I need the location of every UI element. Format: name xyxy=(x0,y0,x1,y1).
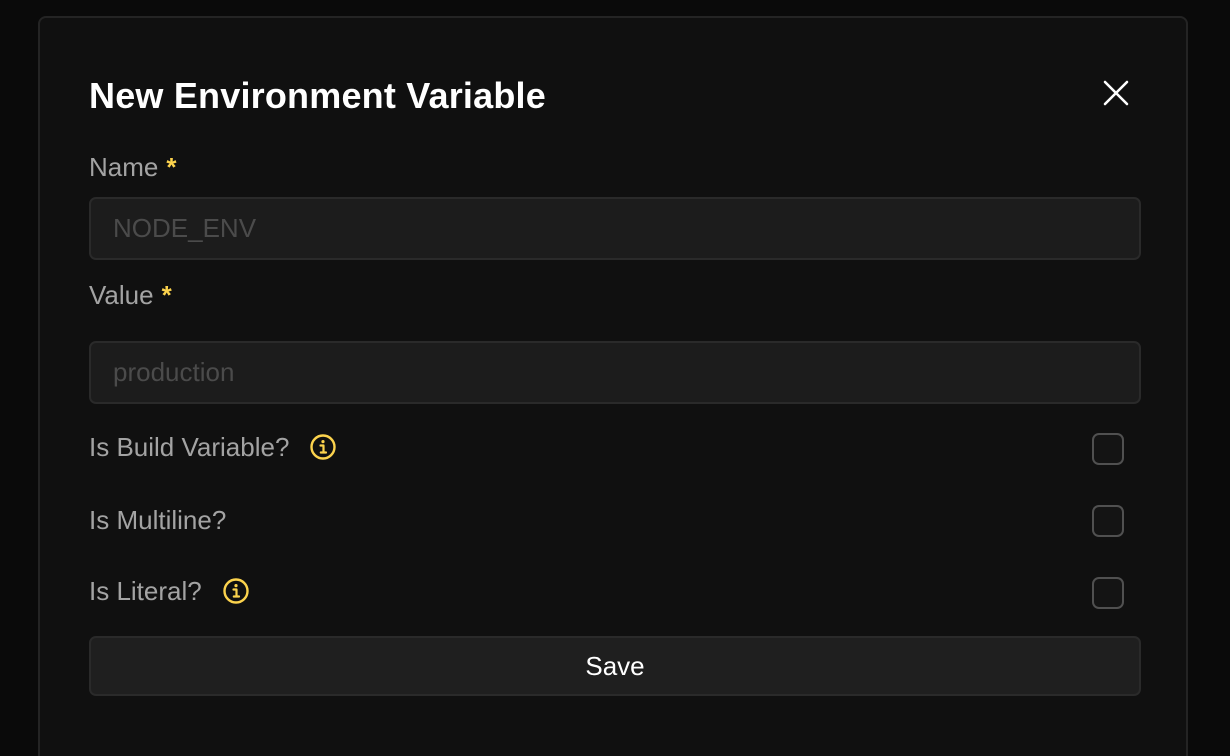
close-button[interactable] xyxy=(1094,72,1138,116)
name-label-text: Name xyxy=(89,152,159,182)
option-build-variable: Is Build Variable? xyxy=(89,431,337,463)
value-label-text: Value xyxy=(89,280,154,310)
required-asterisk: * xyxy=(166,152,177,182)
value-input[interactable] xyxy=(89,341,1141,404)
info-icon[interactable] xyxy=(222,577,250,605)
build-variable-checkbox[interactable] xyxy=(1092,433,1124,465)
option-multiline: Is Multiline? xyxy=(89,504,226,536)
name-label: Name * xyxy=(89,151,176,183)
save-button[interactable]: Save xyxy=(89,636,1141,696)
required-asterisk: * xyxy=(161,280,172,310)
option-multiline-label: Is Multiline? xyxy=(89,505,227,535)
multiline-checkbox[interactable] xyxy=(1092,505,1124,537)
name-input[interactable] xyxy=(89,197,1141,260)
dialog-title: New Environment Variable xyxy=(89,75,546,116)
info-icon[interactable] xyxy=(309,433,337,461)
option-build-variable-label: Is Build Variable? xyxy=(89,432,290,462)
option-literal: Is Literal? xyxy=(89,575,250,607)
value-label: Value * xyxy=(89,279,172,311)
option-literal-label: Is Literal? xyxy=(89,576,202,606)
literal-checkbox[interactable] xyxy=(1092,577,1124,609)
env-variable-dialog: New Environment Variable Name* Value* Is… xyxy=(38,16,1188,756)
close-icon xyxy=(1102,79,1130,110)
